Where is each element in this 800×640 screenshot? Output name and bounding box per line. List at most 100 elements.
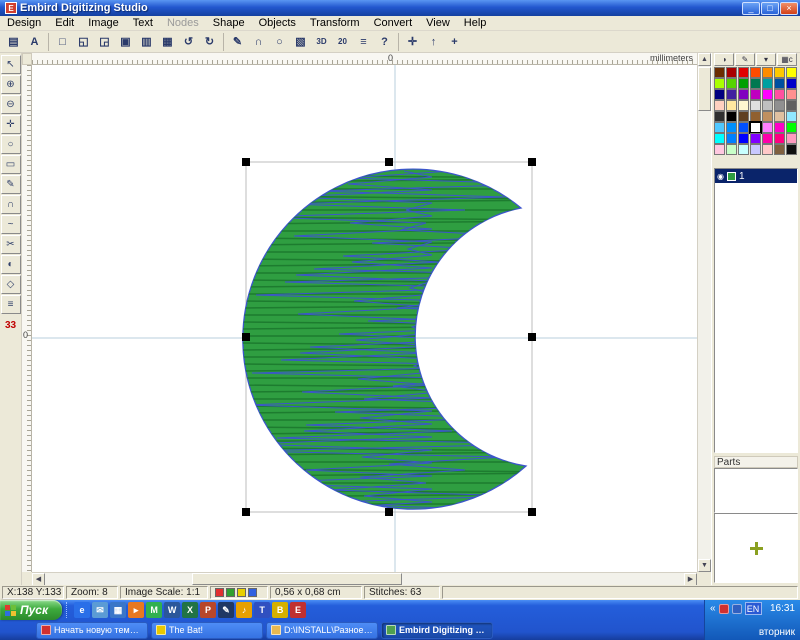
zoom-out-tool-button[interactable]: ⊖	[1, 95, 21, 114]
palette-color-0[interactable]	[714, 67, 725, 78]
menu-edit[interactable]: Edit	[48, 16, 81, 31]
vertical-scrollbar[interactable]: ▲ ▼	[697, 53, 711, 572]
arc-tool-button[interactable]: ∩	[248, 32, 269, 52]
save-design-button[interactable]: ▣	[115, 32, 136, 52]
image-preview-button[interactable]: ▤	[3, 32, 24, 52]
palette-color-48[interactable]	[786, 133, 797, 144]
palette-color-13[interactable]	[786, 78, 797, 89]
messenger-icon[interactable]: M	[146, 602, 162, 618]
palette-color-3[interactable]	[750, 67, 761, 78]
menu-image[interactable]: Image	[81, 16, 126, 31]
palette-color-44[interactable]	[738, 133, 749, 144]
horizontal-scroll-thumb[interactable]	[192, 573, 402, 585]
word-icon[interactable]: W	[164, 602, 180, 618]
menu-nodes[interactable]: Nodes	[160, 16, 206, 31]
horizontal-scrollbar[interactable]: ◀ ▶	[32, 572, 697, 585]
palette-color-20[interactable]	[786, 89, 797, 100]
pencil-tool-button[interactable]: ✎	[1, 175, 21, 194]
ellipse-tool-button[interactable]: ○	[1, 135, 21, 154]
palette-color-5[interactable]	[774, 67, 785, 78]
menu-design[interactable]: Design	[0, 16, 48, 31]
maximize-button[interactable]: □	[761, 2, 779, 15]
palette-color-33[interactable]	[774, 111, 785, 122]
arc-tool-button[interactable]: ∩	[1, 195, 21, 214]
palette-color-40[interactable]	[774, 122, 785, 133]
palette-color-2[interactable]	[738, 67, 749, 78]
menu-convert[interactable]: Convert	[367, 16, 420, 31]
menu-shape[interactable]: Shape	[206, 16, 252, 31]
menu-transform[interactable]: Transform	[303, 16, 367, 31]
palette-color-30[interactable]	[738, 111, 749, 122]
thread-chart-button[interactable]: ◑	[714, 53, 734, 66]
palette-color-1[interactable]	[726, 67, 737, 78]
palette-color-37[interactable]	[738, 122, 749, 133]
palette-color-6[interactable]	[786, 67, 797, 78]
move-up-button[interactable]: ↑	[423, 32, 444, 52]
palette-color-45[interactable]	[750, 133, 761, 144]
print-button[interactable]: ▥	[136, 32, 157, 52]
objects-list[interactable]: ◉1	[714, 168, 798, 453]
taskbar-task-1[interactable]: Начать новую тему :: В...	[36, 622, 148, 639]
media-player-icon[interactable]: ▸	[128, 602, 144, 618]
menu-help[interactable]: Help	[457, 16, 494, 31]
palette-color-31[interactable]	[750, 111, 761, 122]
palette-menu-button[interactable]: ▾	[756, 53, 776, 66]
palette-color-26[interactable]	[774, 100, 785, 111]
palette-color-28[interactable]	[714, 111, 725, 122]
outline-mode-tool-button[interactable]: ◇	[1, 275, 21, 294]
palette-color-24[interactable]	[750, 100, 761, 111]
palette-color-8[interactable]	[726, 78, 737, 89]
taskbar-task-4[interactable]: Embird Digitizing Stud...	[381, 622, 493, 639]
embird-ql-icon[interactable]: E	[290, 602, 306, 618]
circle-tool-button[interactable]: ○	[269, 32, 290, 52]
show-desktop-icon[interactable]: ▦	[110, 602, 126, 618]
center-cross-button[interactable]: +	[444, 32, 465, 52]
powerpoint-icon[interactable]: P	[200, 602, 216, 618]
palette-color-36[interactable]	[726, 122, 737, 133]
palette-color-11[interactable]	[762, 78, 773, 89]
undo-button[interactable]: ↺	[178, 32, 199, 52]
taskbar-task-3[interactable]: D:\INSTALL\Разное\Embird	[266, 622, 378, 639]
curve-tool-button[interactable]: ~	[1, 215, 21, 234]
outlook-express-icon[interactable]: ✉	[92, 602, 108, 618]
quick-launch-grip[interactable]	[66, 602, 70, 618]
pan-tool-button[interactable]: ✛	[1, 115, 21, 134]
scheduler-tray-icon[interactable]	[732, 604, 742, 614]
palette-color-16[interactable]	[738, 89, 749, 100]
palette-color-34[interactable]	[786, 111, 797, 122]
photoshop-icon[interactable]: ✎	[218, 602, 234, 618]
new-design-button[interactable]: □	[52, 32, 73, 52]
close-button[interactable]: ×	[780, 2, 798, 15]
palette-color-19[interactable]	[774, 89, 785, 100]
menu-view[interactable]: View	[419, 16, 457, 31]
palette-color-18[interactable]	[762, 89, 773, 100]
palette-color-17[interactable]	[750, 89, 761, 100]
design-canvas[interactable]	[32, 65, 697, 572]
zoom-in-tool-button[interactable]: ⊕	[1, 75, 21, 94]
language-indicator[interactable]: EN	[745, 602, 762, 615]
palette-color-12[interactable]	[774, 78, 785, 89]
palette-color-50[interactable]	[726, 144, 737, 155]
palette-color-7[interactable]	[714, 78, 725, 89]
excel-icon[interactable]: X	[182, 602, 198, 618]
scroll-down-button[interactable]: ▼	[698, 559, 711, 572]
help-button[interactable]: ?	[374, 32, 395, 52]
scroll-up-button[interactable]: ▲	[698, 53, 711, 66]
palette-color-42[interactable]	[714, 133, 725, 144]
minimize-button[interactable]: _	[742, 2, 760, 15]
pick-color-button[interactable]: ✎	[735, 53, 755, 66]
the-bat-ql-icon[interactable]: B	[272, 602, 288, 618]
select-tool-button[interactable]: ↖	[1, 55, 21, 74]
palette-color-52[interactable]	[750, 144, 761, 155]
stitch-density-button[interactable]: 20	[332, 32, 353, 52]
view-3d-button[interactable]: 3D	[311, 32, 332, 52]
palette-color-38[interactable]	[750, 122, 761, 133]
internet-explorer-icon[interactable]: e	[74, 602, 90, 618]
menu-objects[interactable]: Objects	[252, 16, 303, 31]
palette-color-23[interactable]	[738, 100, 749, 111]
open-design-button[interactable]: ◱	[73, 32, 94, 52]
freehand-button[interactable]: ✎	[227, 32, 248, 52]
palette-color-35[interactable]	[714, 122, 725, 133]
palette-color-21[interactable]	[714, 100, 725, 111]
palette-color-9[interactable]	[738, 78, 749, 89]
